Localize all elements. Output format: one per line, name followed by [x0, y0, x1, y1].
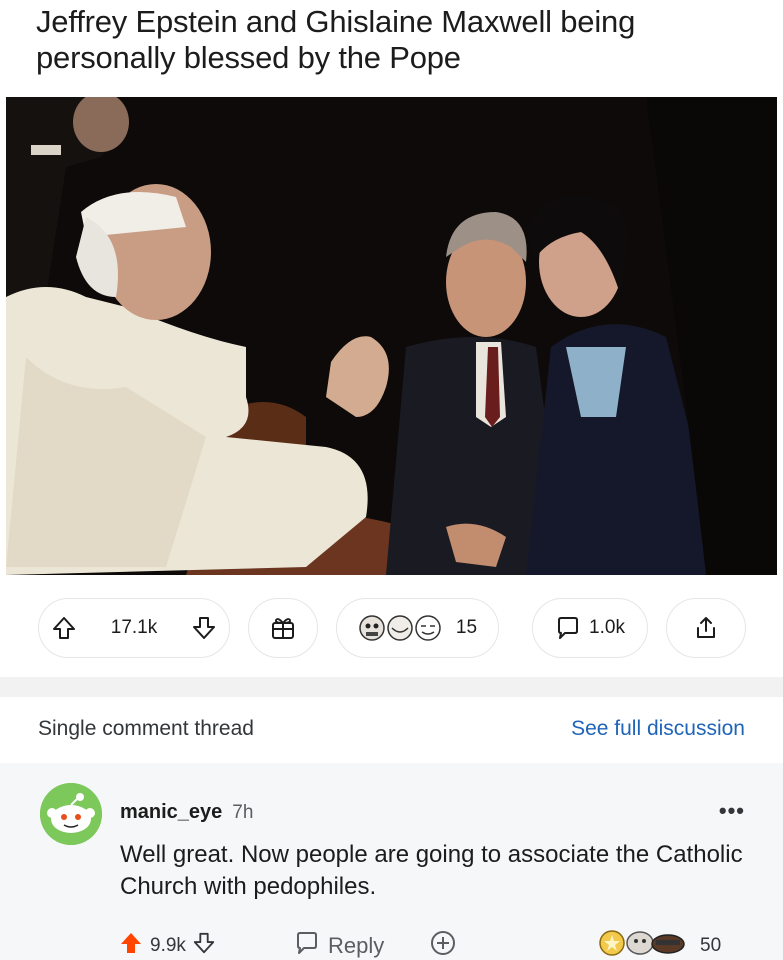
comment-upvote-count: 9.9k: [150, 935, 186, 956]
reply-label: Reply: [328, 933, 385, 958]
comment-username[interactable]: manic_eye: [120, 801, 222, 824]
comment-vote: 9.9k: [118, 930, 216, 960]
post-action-bar: 17.1k 15 1.0k: [0, 598, 783, 658]
reaction-emoji-icon: [358, 613, 448, 643]
upvote-arrow-icon[interactable]: [51, 615, 77, 641]
share-button[interactable]: [666, 598, 746, 658]
comment: manic_eye 7h ••• Well great. Now people …: [0, 763, 783, 960]
award-icon: [598, 928, 694, 960]
comment-actions: 9.9k Reply 50: [0, 926, 783, 960]
downvote-arrow-icon[interactable]: [191, 615, 217, 641]
comment-timestamp: 7h: [232, 802, 254, 823]
see-full-discussion-link[interactable]: See full discussion: [571, 717, 745, 741]
section-divider: [0, 677, 783, 697]
comment-awards[interactable]: 50: [598, 928, 721, 960]
gift-icon: [269, 614, 297, 642]
downvote-arrow-icon[interactable]: [192, 931, 216, 960]
comment-body: Well great. Now people are going to asso…: [120, 841, 743, 900]
more-options-button[interactable]: •••: [719, 798, 745, 824]
comment-bubble-icon: [294, 930, 320, 960]
single-thread-label: Single comment thread: [38, 717, 254, 740]
upvote-arrow-icon[interactable]: [118, 930, 144, 960]
reactions-button[interactable]: 15: [336, 598, 499, 658]
comment-meta: manic_eye 7h: [120, 801, 253, 824]
avatar[interactable]: [40, 783, 102, 845]
comment-bubble-icon: [555, 615, 581, 641]
post-image[interactable]: [6, 97, 777, 575]
add-reaction-button[interactable]: [428, 928, 458, 960]
add-icon: [428, 931, 458, 960]
vote-pill: 17.1k: [38, 598, 230, 658]
upvote-count: 17.1k: [110, 617, 158, 638]
post-title: Jeffrey Epstein and Ghislaine Maxwell be…: [36, 4, 636, 75]
reactions-count: 15: [455, 617, 478, 638]
award-button[interactable]: [248, 598, 318, 658]
comments-button[interactable]: 1.0k: [532, 598, 648, 658]
comment-awards-count: 50: [700, 935, 722, 956]
share-icon: [693, 615, 719, 641]
comments-count: 1.0k: [589, 617, 625, 638]
reply-button[interactable]: Reply: [294, 930, 384, 960]
thread-header: Single comment thread See full discussio…: [0, 697, 783, 763]
